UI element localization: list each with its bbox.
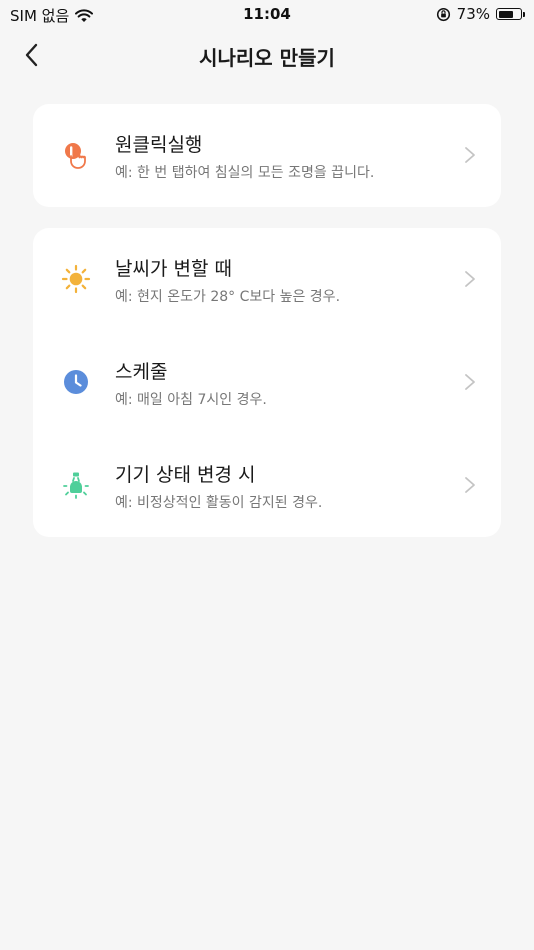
device-status-title: 기기 상태 변경 시 [115,464,256,486]
schedule-row[interactable]: 스케줄 예: 매일 아침 7시인 경우. [33,331,501,434]
chevron-right-icon [465,477,475,493]
weather-change-description: 예: 현지 온도가 28° C보다 높은 경우. [115,289,341,305]
battery-percent: 73% [456,5,490,23]
weather-change-title: 날씨가 변할 때 [115,258,232,280]
device-status-row[interactable]: 기기 상태 변경 시 예: 비정상적인 활동이 감지된 경우. [33,434,501,537]
chevron-right-icon [465,271,475,287]
device-status-description: 예: 비정상적인 활동이 감지된 경우. [115,495,323,511]
chevron-right-icon [465,147,475,163]
orientation-lock-icon [436,7,450,21]
status-bar: SIM 없음 11:04 73% [0,0,534,28]
one-click-title: 원클릭실행 [115,134,203,156]
page-title: 시나리오 만들기 [199,46,335,70]
chevron-right-icon [465,374,475,390]
one-click-description: 예: 한 번 탭하여 침실의 모든 조명을 끕니다. [115,165,375,181]
nav-bar: 시나리오 만들기 [0,28,534,82]
conditions-card: 날씨가 변할 때 예: 현지 온도가 28° C보다 높은 경우. 스케줄 예:… [33,228,501,537]
schedule-description: 예: 매일 아침 7시인 경우. [115,392,267,408]
schedule-title: 스케줄 [115,361,168,383]
battery-icon [496,8,525,20]
clock-icon [61,367,91,397]
battery-level [498,10,514,18]
one-click-row[interactable]: 원클릭실행 예: 한 번 탭하여 침실의 모든 조명을 끕니다. [33,104,501,207]
one-click-card: 원클릭실행 예: 한 번 탭하여 침실의 모든 조명을 끕니다. [33,104,501,207]
weather-change-row[interactable]: 날씨가 변할 때 예: 현지 온도가 28° C보다 높은 경우. [33,228,501,331]
device-bulb-icon [61,470,91,500]
sun-icon [61,264,91,294]
status-right: 73% [436,5,525,23]
tap-hand-icon [61,140,91,170]
